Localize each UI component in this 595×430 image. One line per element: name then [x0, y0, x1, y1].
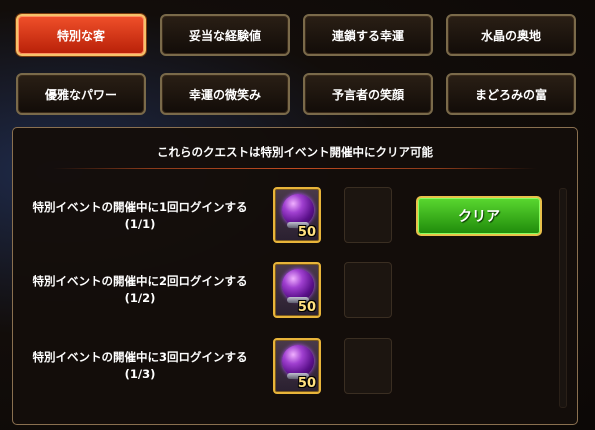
quest-description: 特別イベントの開催中に3回ログインする — [32, 350, 248, 364]
reward-quantity: 50 — [297, 225, 316, 240]
clear-button[interactable]: クリア — [416, 196, 542, 236]
quest-item-1: 特別イベントの開催中に1回ログインする (1/1) — [20, 199, 260, 233]
reward-slot[interactable]: 50 — [273, 187, 321, 243]
tab-chain-luck[interactable]: 連鎖する幸運 — [303, 14, 433, 56]
empty-reward-slot — [344, 187, 392, 243]
reward-quantity: 50 — [297, 300, 316, 315]
quest-item-2: 特別イベントの開催中に2回ログインする (1/2) — [20, 273, 260, 307]
tab-label: 連鎖する幸運 — [331, 28, 404, 43]
tab-elegant-power[interactable]: 優雅なパワー — [16, 73, 146, 115]
tab-label: 水晶の奥地 — [480, 28, 541, 43]
quest-description: 特別イベントの開催中に2回ログインする — [32, 274, 248, 288]
tab-label: 幸運の微笑み — [188, 87, 261, 102]
clear-button-label: クリア — [458, 209, 500, 225]
tab-crystal-depths[interactable]: 水晶の奥地 — [446, 14, 576, 56]
tab-lucky-smile[interactable]: 幸運の微笑み — [160, 73, 290, 115]
reward-slot[interactable]: 50 — [273, 338, 321, 394]
empty-reward-slot — [344, 262, 392, 318]
scrollbar[interactable] — [559, 188, 567, 408]
tab-slumbering-wealth[interactable]: まどろみの富 — [446, 73, 576, 115]
tab-label: 特別な客 — [56, 28, 105, 43]
quest-description: 特別イベントの開催中に1回ログインする — [32, 200, 248, 214]
tab-reasonable-exp[interactable]: 妥当な経験値 — [160, 14, 290, 56]
reward-quantity: 50 — [297, 376, 316, 391]
tab-label: まどろみの富 — [474, 87, 547, 102]
quest-progress: (1/1) — [124, 217, 156, 231]
tab-label: 予言者の笑顔 — [331, 87, 404, 102]
quest-progress: (1/3) — [124, 367, 156, 381]
tab-special-guest[interactable]: 特別な客 — [16, 14, 146, 56]
tab-label: 妥当な経験値 — [188, 28, 261, 43]
panel-title: これらのクエストは特別イベント開催中にクリア可能 — [157, 145, 433, 159]
tab-label: 優雅なパワー — [44, 87, 117, 102]
reward-slot[interactable]: 50 — [273, 262, 321, 318]
title-divider — [53, 168, 537, 169]
empty-reward-slot — [344, 338, 392, 394]
quest-progress: (1/2) — [124, 291, 156, 305]
quest-item-3: 特別イベントの開催中に3回ログインする (1/3) — [20, 349, 260, 383]
tab-prophet-smile[interactable]: 予言者の笑顔 — [303, 73, 433, 115]
